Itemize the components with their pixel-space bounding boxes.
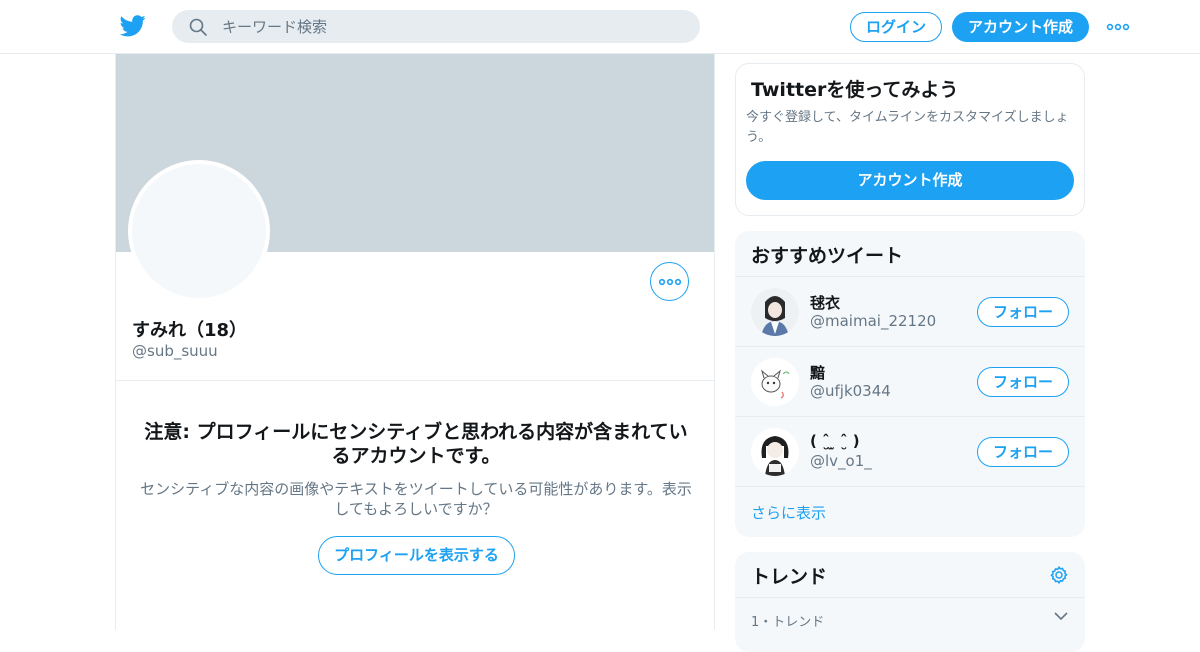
search-input[interactable]: [222, 10, 682, 43]
user-row[interactable]: ( ˆ̮ ̫ ˆ̮ ) @lv_o1_ フォロー: [735, 417, 1085, 487]
user-avatar-image: [751, 428, 799, 476]
user-avatar-image: [751, 288, 799, 336]
signup-button[interactable]: アカウント作成: [952, 12, 1089, 42]
signup-card-title: Twitterを使ってみよう: [751, 79, 959, 101]
show-profile-button[interactable]: プロフィールを表示する: [318, 536, 515, 575]
recommended-title: おすすめツイート: [751, 245, 904, 267]
signup-card-button[interactable]: アカウント作成: [746, 161, 1074, 200]
profile-handle: @sub_suuu: [132, 342, 218, 360]
more-icon: [659, 278, 681, 286]
top-bar: ログイン アカウント作成: [0, 0, 1200, 54]
search-icon: [189, 18, 207, 36]
profile-more-button[interactable]: [650, 262, 689, 301]
user-avatar-image: [751, 358, 799, 406]
sensitive-warning-body: センシティブな内容の画像やテキストをツイートしている可能性があります。表示しても…: [140, 480, 692, 518]
follow-button[interactable]: フォロー: [977, 367, 1069, 397]
user-handle: @ufjk0344: [810, 382, 891, 400]
trend-meta: 1・トレンド: [751, 615, 825, 630]
chevron-down-icon[interactable]: [1054, 611, 1068, 621]
login-button[interactable]: ログイン: [850, 12, 942, 42]
profile-name: すみれ（18）: [132, 320, 248, 341]
profile-column: すみれ（18） @sub_suuu 注意: プロフィールにセンシティブと思われる…: [115, 54, 715, 630]
more-icon[interactable]: [1106, 18, 1130, 36]
show-more-link[interactable]: さらに表示: [751, 502, 826, 523]
follow-button[interactable]: フォロー: [977, 437, 1069, 467]
user-name[interactable]: 黯: [810, 362, 825, 383]
signup-card: Twitterを使ってみよう 今すぐ登録して、タイムラインをカスタマイズしましょ…: [735, 63, 1085, 216]
divider: [735, 597, 1085, 598]
user-name[interactable]: 毬衣: [810, 292, 840, 313]
divider: [116, 380, 714, 381]
search-box[interactable]: [172, 10, 700, 43]
signup-card-text: 今すぐ登録して、タイムラインをカスタマイズしましょう。: [746, 110, 1069, 145]
settings-gear-icon[interactable]: [1049, 565, 1069, 585]
user-avatar[interactable]: [751, 428, 799, 476]
user-avatar[interactable]: [751, 358, 799, 406]
user-row[interactable]: 黯 @ufjk0344 フォロー: [735, 347, 1085, 417]
trends-card: トレンド 1・トレンド: [735, 552, 1085, 652]
recommended-card: おすすめツイート 毬衣 @maimai_22120 フォロー 黯 @ufjk03…: [735, 231, 1085, 537]
user-handle: @lv_o1_: [810, 452, 872, 470]
sensitive-warning-title: 注意: プロフィールにセンシティブと思われる内容が含まれているアカウントです。: [144, 421, 688, 467]
trends-title: トレンド: [751, 566, 828, 588]
user-avatar[interactable]: [751, 288, 799, 336]
profile-avatar[interactable]: [128, 160, 270, 302]
twitter-logo-icon[interactable]: [120, 14, 146, 38]
user-handle: @maimai_22120: [810, 312, 937, 330]
user-row[interactable]: 毬衣 @maimai_22120 フォロー: [735, 277, 1085, 347]
follow-button[interactable]: フォロー: [977, 297, 1069, 327]
user-name[interactable]: ( ˆ̮ ̫ ˆ̮ ): [810, 432, 860, 450]
